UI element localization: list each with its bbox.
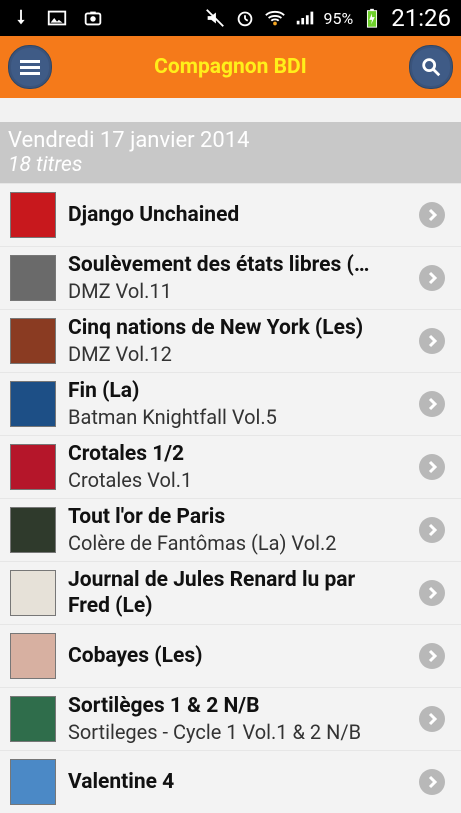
item-texts: Django Unchained [68,202,409,228]
section-count: 18 titres [8,153,83,177]
item-title: Django Unchained [68,203,240,227]
cover-thumbnail [10,444,56,490]
chevron-right-icon[interactable] [419,643,445,669]
mute-icon [205,9,224,27]
list-item[interactable]: Journal de Jules Renard lu par Fred (Le) [0,561,461,624]
clock-time: 21:26 [391,4,451,32]
item-title: Tout l'or de Paris [68,505,226,529]
item-title: Sortilèges 1 & 2 N/B [68,694,260,718]
item-subtitle: Crotales Vol.1 [68,468,193,492]
item-subtitle: Colère de Fantômas (La) Vol.2 [68,531,337,555]
chevron-right-icon[interactable] [419,517,445,543]
cover-thumbnail [10,381,56,427]
section-date: Vendredi 17 janvier 2014 [8,128,250,153]
cover-thumbnail [10,507,56,553]
search-button[interactable] [408,45,453,89]
item-texts: Crotales 1/2 Crotales Vol.1 [68,441,409,493]
item-texts: Valentine 4 [68,769,409,795]
image-icon [47,10,67,26]
status-right: 95% 21:26 [204,4,451,32]
date-section-header: Vendredi 17 janvier 2014 18 titres [0,122,461,183]
item-subtitle: DMZ Vol.12 [68,342,172,366]
cover-thumbnail [10,759,56,805]
chevron-right-icon[interactable] [419,328,445,354]
chevron-right-icon[interactable] [419,706,445,732]
status-bar: 95% 21:26 [0,0,461,36]
battery-charging-icon [367,8,378,28]
chevron-right-icon[interactable] [419,265,445,291]
item-title: Crotales 1/2 [68,442,185,466]
chevron-right-icon[interactable] [419,454,445,480]
item-texts: Sortilèges 1 & 2 N/B Sortileges - Cycle … [68,693,409,745]
item-subtitle: DMZ Vol.11 [68,279,172,303]
cover-thumbnail [10,255,56,301]
item-title: Soulèvement des états libres (… [68,253,370,277]
chevron-right-icon[interactable] [419,580,445,606]
chevron-right-icon[interactable] [419,391,445,417]
list-item[interactable]: Tout l'or de Paris Colère de Fantômas (L… [0,498,461,561]
item-title: Fin (La) [68,379,140,403]
item-texts: Cobayes (Les) [68,643,409,669]
item-texts: Soulèvement des états libres (… DMZ Vol.… [68,252,409,304]
item-texts: Tout l'or de Paris Colère de Fantômas (L… [68,504,409,556]
status-left [10,7,104,29]
alarm-icon [237,11,252,27]
chevron-right-icon[interactable] [419,769,445,795]
item-subtitle: Sortileges - Cycle 1 Vol.1 & 2 N/B [68,720,362,744]
app-bar: Compagnon BDI [0,36,461,98]
usb-icon [17,9,25,25]
list-item[interactable]: Valentine 4 [0,750,461,813]
item-title: Cobayes (Les) [68,644,203,668]
item-title: Journal de Jules Renard lu par [68,568,356,592]
item-texts: Cinq nations de New York (Les) DMZ Vol.1… [68,315,409,367]
wifi-icon [264,10,285,26]
item-title: Cinq nations de New York (Les) [68,316,364,340]
cover-thumbnail [10,570,56,616]
signal-icon [296,11,313,25]
list-item[interactable]: Cinq nations de New York (Les) DMZ Vol.1… [0,309,461,372]
menu-icon [20,60,40,75]
cover-thumbnail [10,633,56,679]
item-texts: Fin (La) Batman Knightfall Vol.5 [68,378,409,430]
list-item[interactable]: Django Unchained [0,183,461,246]
app-title: Compagnon BDI [154,55,307,79]
titles-list: Django Unchained Soulèvement des états l… [0,183,461,813]
camera-icon [84,11,102,26]
cover-thumbnail [10,318,56,364]
item-title: Valentine 4 [68,770,175,794]
chevron-right-icon[interactable] [419,202,445,228]
list-item[interactable]: Soulèvement des états libres (… DMZ Vol.… [0,246,461,309]
item-subtitle: Batman Knightfall Vol.5 [68,405,277,429]
cover-thumbnail [10,696,56,742]
item-subtitle: Fred (Le) [68,594,153,618]
battery-percent: 95% [323,8,354,28]
list-item[interactable]: Cobayes (Les) [0,624,461,687]
list-item[interactable]: Sortilèges 1 & 2 N/B Sortileges - Cycle … [0,687,461,750]
item-texts: Journal de Jules Renard lu par Fred (Le) [68,567,409,619]
list-item[interactable]: Crotales 1/2 Crotales Vol.1 [0,435,461,498]
menu-button[interactable] [8,45,52,89]
list-item[interactable]: Fin (La) Batman Knightfall Vol.5 [0,372,461,435]
cover-thumbnail [10,192,56,238]
search-icon [422,58,441,77]
